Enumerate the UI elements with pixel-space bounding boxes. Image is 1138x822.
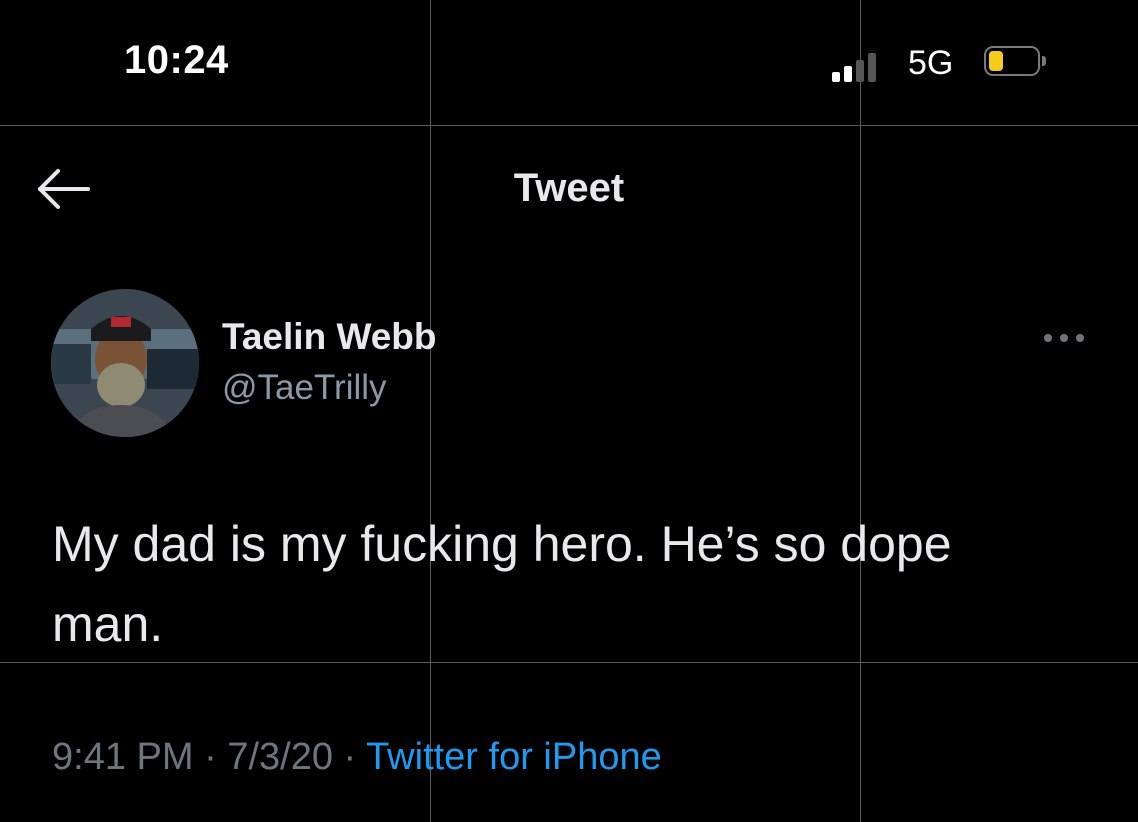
battery-icon	[984, 46, 1048, 78]
meta-separator: ·	[193, 736, 228, 778]
more-options-button[interactable]	[1040, 326, 1090, 350]
tweet-time: 9:41 PM	[52, 736, 194, 778]
network-type: 5G	[908, 44, 954, 82]
meta-separator: ·	[332, 736, 367, 778]
avatar[interactable]	[51, 289, 199, 437]
author-name[interactable]: Taelin Webb	[222, 316, 436, 358]
battery-level	[989, 51, 1003, 71]
status-time: 10:24	[124, 38, 229, 82]
author-handle[interactable]: @TaeTrilly	[222, 368, 387, 408]
tweet-source-link[interactable]: Twitter for iPhone	[366, 736, 662, 778]
cellular-signal-icon	[832, 52, 892, 82]
guide-line	[0, 125, 1138, 126]
guide-line	[430, 0, 431, 822]
tweet-meta: 9:41 PM · 7/3/20 · Twitter for iPhone	[52, 736, 662, 779]
tweet-date: 7/3/20	[227, 736, 333, 778]
guide-line	[860, 0, 861, 822]
more-horizontal-icon	[1044, 334, 1052, 342]
page-title: Tweet	[513, 166, 625, 210]
tweet-text: My dad is my fucking hero. He’s so dope …	[52, 516, 952, 652]
profile-photo-icon	[51, 289, 199, 437]
